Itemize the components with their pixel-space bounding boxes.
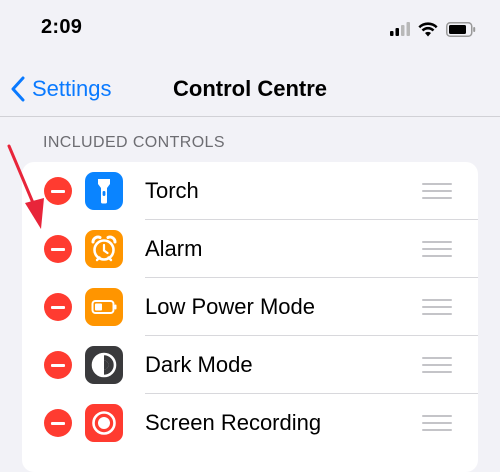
reorder-handle[interactable] [422,299,452,315]
battery-icon [85,288,123,326]
control-row-screen-recording[interactable]: Screen Recording [22,394,478,452]
remove-button[interactable] [44,293,72,321]
status-time: 2:09 [41,16,83,38]
control-label: Alarm [145,236,203,261]
status-bar: 2:09 [0,0,500,60]
torch-icon [85,172,123,210]
alarm-icon [85,230,123,268]
control-row-low-power-mode[interactable]: Low Power Mode [22,278,478,336]
page-title: Control Centre [173,76,327,101]
status-icons [390,20,476,38]
reorder-handle[interactable] [422,357,452,373]
screen-recording-icon [85,404,123,442]
wifi-icon [418,21,438,36]
reorder-handle[interactable] [422,415,452,431]
remove-button[interactable] [44,177,72,205]
nav-bar: Settings Control Centre [0,60,500,117]
remove-button[interactable] [44,409,72,437]
reorder-handle[interactable] [422,241,452,257]
control-label: Dark Mode [145,352,253,377]
control-label: Low Power Mode [145,294,315,319]
remove-button[interactable] [44,351,72,379]
control-row-alarm[interactable]: Alarm [22,220,478,278]
remove-button[interactable] [44,235,72,263]
control-label: Screen Recording [145,410,322,435]
reorder-handle[interactable] [422,183,452,199]
control-row-torch[interactable]: Torch [22,162,478,220]
control-row-dark-mode[interactable]: Dark Mode [22,336,478,394]
cellular-signal-icon [390,22,410,36]
battery-icon [446,21,476,37]
section-header: INCLUDED CONTROLS [43,134,225,151]
included-controls-list: Torch Alarm Low Power Mode Dark Mode Scr… [22,162,478,472]
dark-mode-icon [85,346,123,384]
control-label: Torch [145,178,199,203]
